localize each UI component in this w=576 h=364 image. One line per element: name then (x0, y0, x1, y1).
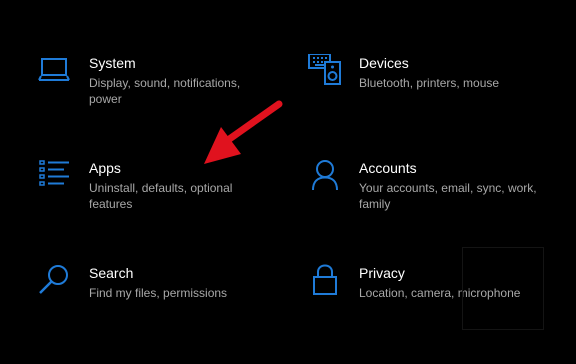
keyboard-speaker-icon (308, 53, 342, 88)
person-icon (308, 159, 342, 193)
tile-description: Uninstall, defaults, optional features (89, 181, 233, 211)
tile-accounts[interactable]: Accounts Your accounts, email, sync, wor… (308, 159, 548, 231)
tile-title: Search (89, 265, 134, 281)
tile-title: Privacy (359, 265, 405, 281)
apps-list-icon (38, 159, 72, 193)
annotation-arrow-icon (204, 100, 283, 164)
faint-frame (462, 247, 544, 330)
search-icon (38, 264, 72, 298)
tile-description: Find my files, permissions (89, 286, 228, 300)
tile-devices[interactable]: Devices Bluetooth, printers, mouse (308, 53, 548, 126)
laptop-icon (38, 54, 72, 88)
tile-title: Accounts (359, 160, 417, 176)
lock-icon (308, 264, 342, 298)
tile-title: Devices (359, 55, 409, 71)
tile-description: Your accounts, email, sync, work, family (359, 181, 537, 211)
tile-title: System (89, 55, 136, 71)
tile-description: Bluetooth, printers, mouse (359, 76, 500, 90)
tile-title: Apps (89, 160, 121, 176)
tile-search[interactable]: Search Find my files, permissions (38, 264, 278, 336)
